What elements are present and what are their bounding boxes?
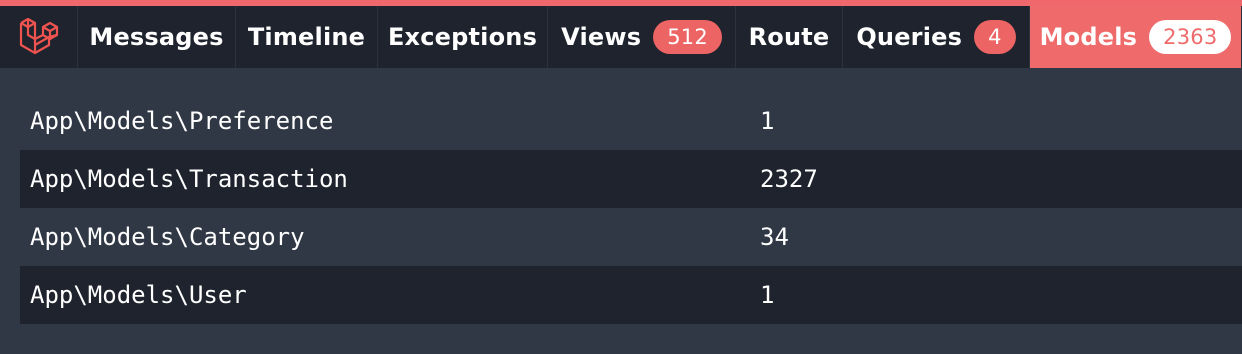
laravel-logo-icon	[19, 17, 58, 55]
tab-views[interactable]: Views 512	[548, 6, 736, 68]
table-row: App\Models\User 1	[20, 266, 1242, 324]
model-name: App\Models\User	[30, 281, 247, 309]
tab-timeline[interactable]: Timeline	[236, 6, 378, 68]
laravel-logo[interactable]	[0, 6, 78, 68]
model-count: 1	[760, 281, 775, 309]
table-row: App\Models\Transaction 2327	[20, 150, 1242, 208]
views-count-badge: 512	[653, 20, 722, 54]
tab-exceptions[interactable]: Exceptions	[378, 6, 548, 68]
tab-label: Route	[748, 23, 830, 51]
debugbar-tab-bar: Messages Timeline Exceptions Views 512 R…	[0, 6, 1242, 68]
model-count: 2327	[760, 165, 818, 193]
tab-messages[interactable]: Messages	[78, 6, 236, 68]
model-count: 34	[760, 223, 789, 251]
tab-label: Timeline	[247, 23, 366, 51]
tab-label: Exceptions	[387, 23, 538, 51]
tab-label: Messages	[89, 23, 224, 51]
tab-models[interactable]: Models 2363	[1030, 6, 1242, 68]
tab-queries[interactable]: Queries 4	[843, 6, 1030, 68]
table-row: App\Models\Preference 1	[20, 92, 1242, 150]
tab-route[interactable]: Route	[736, 6, 843, 68]
model-count: 1	[760, 107, 775, 135]
table-row: App\Models\Category 34	[20, 208, 1242, 266]
models-count-badge: 2363	[1149, 20, 1232, 54]
queries-count-badge: 4	[974, 20, 1016, 54]
model-name: App\Models\Preference	[30, 107, 334, 135]
tab-label: Queries	[856, 23, 963, 51]
model-name: App\Models\Category	[30, 223, 305, 251]
tab-label: Models	[1039, 23, 1138, 51]
tab-label: Views	[561, 23, 642, 51]
models-table: App\Models\Preference 1 App\Models\Trans…	[20, 92, 1242, 324]
model-name: App\Models\Transaction	[30, 165, 348, 193]
